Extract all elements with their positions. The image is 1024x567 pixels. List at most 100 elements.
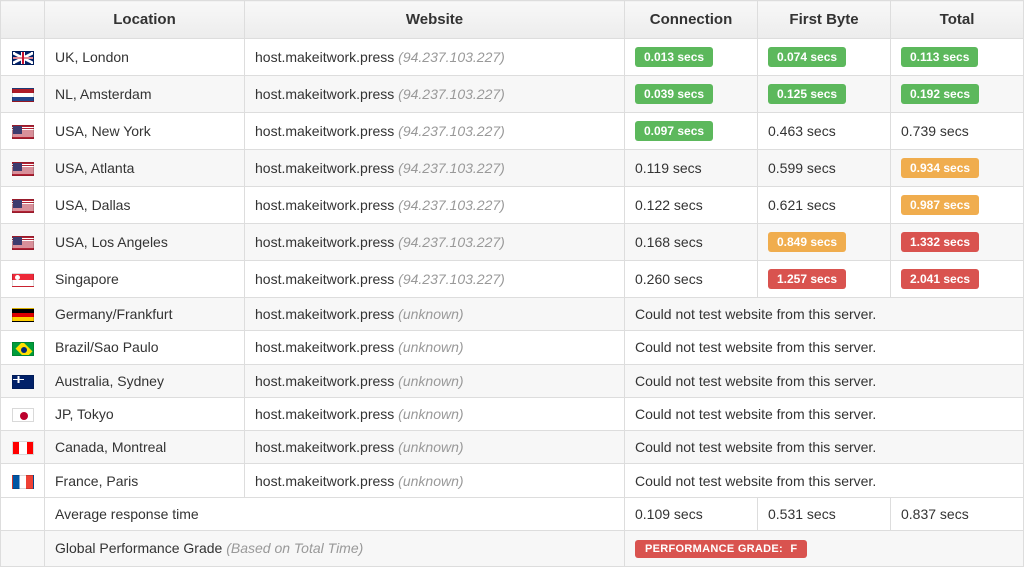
hostname: host.makeitwork.press <box>255 373 398 389</box>
performance-table: Location Website Connection First Byte T… <box>0 0 1024 567</box>
flag-cell <box>1 261 45 298</box>
table-row: Canada, Montrealhost.makeitwork.press (u… <box>1 431 1024 464</box>
firstbyte-badge: 0.125 secs <box>768 84 846 104</box>
firstbyte-cell: 0.621 secs <box>758 187 891 224</box>
average-row: Average response time 0.109 secs 0.531 s… <box>1 497 1024 530</box>
ip-address: (94.237.103.227) <box>398 160 505 176</box>
table-row: USA, Atlantahost.makeitwork.press (94.23… <box>1 150 1024 187</box>
average-label: Average response time <box>45 497 625 530</box>
average-connection: 0.109 secs <box>625 497 758 530</box>
total-cell: 0.987 secs <box>891 187 1024 224</box>
total-cell: 0.739 secs <box>891 113 1024 150</box>
ip-address: (94.237.103.227) <box>398 234 505 250</box>
ip-address: (94.237.103.227) <box>398 271 505 287</box>
firstbyte-cell: 0.599 secs <box>758 150 891 187</box>
total-badge: 2.041 secs <box>901 269 979 289</box>
ip-address: (unknown) <box>398 306 463 322</box>
col-total-header: Total <box>891 1 1024 39</box>
fr-flag-icon <box>12 475 34 489</box>
connection-badge: 0.013 secs <box>635 47 713 67</box>
table-row: UK, Londonhost.makeitwork.press (94.237.… <box>1 39 1024 76</box>
website-cell: host.makeitwork.press (unknown) <box>245 364 625 397</box>
flag-cell <box>1 397 45 430</box>
firstbyte-badge: 1.257 secs <box>768 269 846 289</box>
location-cell: Singapore <box>45 261 245 298</box>
total-badge: 1.332 secs <box>901 232 979 252</box>
de-flag-icon <box>12 308 34 322</box>
flag-cell <box>1 224 45 261</box>
ip-address: (94.237.103.227) <box>398 49 505 65</box>
hostname: host.makeitwork.press <box>255 473 398 489</box>
ip-address: (unknown) <box>398 473 463 489</box>
jp-flag-icon <box>12 408 34 422</box>
location-cell: Brazil/Sao Paulo <box>45 331 245 364</box>
col-location-header: Location <box>45 1 245 39</box>
sg-flag-icon <box>12 273 34 287</box>
website-cell: host.makeitwork.press (94.237.103.227) <box>245 150 625 187</box>
firstbyte-cell: 0.125 secs <box>758 76 891 113</box>
ip-address: (94.237.103.227) <box>398 123 505 139</box>
website-cell: host.makeitwork.press (unknown) <box>245 298 625 331</box>
error-cell: Could not test website from this server. <box>625 397 1024 430</box>
col-connection-header: Connection <box>625 1 758 39</box>
table-row: USA, New Yorkhost.makeitwork.press (94.2… <box>1 113 1024 150</box>
website-cell: host.makeitwork.press (94.237.103.227) <box>245 224 625 261</box>
website-cell: host.makeitwork.press (94.237.103.227) <box>245 261 625 298</box>
location-cell: USA, New York <box>45 113 245 150</box>
error-cell: Could not test website from this server. <box>625 331 1024 364</box>
firstbyte-cell: 0.463 secs <box>758 113 891 150</box>
website-cell: host.makeitwork.press (unknown) <box>245 431 625 464</box>
connection-badge: 0.039 secs <box>635 84 713 104</box>
empty-cell <box>1 530 45 566</box>
website-cell: host.makeitwork.press (unknown) <box>245 331 625 364</box>
au-flag-icon <box>12 375 34 389</box>
table-row: JP, Tokyohost.makeitwork.press (unknown)… <box>1 397 1024 430</box>
connection-cell: 0.119 secs <box>625 150 758 187</box>
ca-flag-icon <box>12 441 34 455</box>
firstbyte-cell: 0.074 secs <box>758 39 891 76</box>
table-row: Singaporehost.makeitwork.press (94.237.1… <box>1 261 1024 298</box>
ip-address: (unknown) <box>398 439 463 455</box>
hostname: host.makeitwork.press <box>255 306 398 322</box>
total-badge: 0.987 secs <box>901 195 979 215</box>
flag-cell <box>1 150 45 187</box>
website-cell: host.makeitwork.press (94.237.103.227) <box>245 39 625 76</box>
table-header-row: Location Website Connection First Byte T… <box>1 1 1024 39</box>
firstbyte-badge: 0.074 secs <box>768 47 846 67</box>
location-cell: Germany/Frankfurt <box>45 298 245 331</box>
hostname: host.makeitwork.press <box>255 49 398 65</box>
total-cell: 0.192 secs <box>891 76 1024 113</box>
hostname: host.makeitwork.press <box>255 439 398 455</box>
empty-cell <box>1 497 45 530</box>
flag-cell <box>1 187 45 224</box>
col-flag-header <box>1 1 45 39</box>
firstbyte-badge: 0.849 secs <box>768 232 846 252</box>
grade-row: Global Performance Grade (Based on Total… <box>1 530 1024 566</box>
flag-cell <box>1 364 45 397</box>
grade-badge-cell: PERFORMANCE GRADE: F <box>625 530 1024 566</box>
ip-address: (unknown) <box>398 339 463 355</box>
error-cell: Could not test website from this server. <box>625 364 1024 397</box>
location-cell: USA, Los Angeles <box>45 224 245 261</box>
grade-label-cell: Global Performance Grade (Based on Total… <box>45 530 625 566</box>
us-flag-icon <box>12 236 34 250</box>
website-cell: host.makeitwork.press (94.237.103.227) <box>245 76 625 113</box>
performance-grade-badge: PERFORMANCE GRADE: F <box>635 540 807 558</box>
error-cell: Could not test website from this server. <box>625 431 1024 464</box>
website-cell: host.makeitwork.press (unknown) <box>245 464 625 497</box>
location-cell: UK, London <box>45 39 245 76</box>
table-row: Germany/Frankfurthost.makeitwork.press (… <box>1 298 1024 331</box>
location-cell: USA, Dallas <box>45 187 245 224</box>
flag-cell <box>1 113 45 150</box>
connection-cell: 0.168 secs <box>625 224 758 261</box>
error-cell: Could not test website from this server. <box>625 464 1024 497</box>
ip-address: (unknown) <box>398 406 463 422</box>
total-cell: 0.113 secs <box>891 39 1024 76</box>
hostname: host.makeitwork.press <box>255 86 398 102</box>
col-firstbyte-header: First Byte <box>758 1 891 39</box>
table-row: France, Parishost.makeitwork.press (unkn… <box>1 464 1024 497</box>
total-badge: 0.113 secs <box>901 47 978 67</box>
firstbyte-cell: 0.849 secs <box>758 224 891 261</box>
flag-cell <box>1 39 45 76</box>
grade-letter: F <box>790 543 797 555</box>
